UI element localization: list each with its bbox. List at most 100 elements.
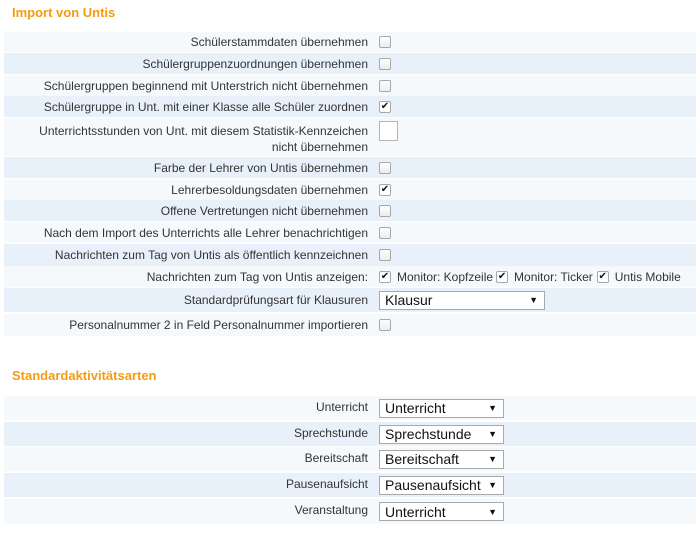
activity-row-veranstaltung: Veranstaltung Unterricht ▼ — [4, 499, 696, 524]
setting-label-text: Schülergruppenzuordnungen übernehmen — [142, 56, 368, 71]
setting-row-schulerstammdaten-ubernehmen: Schülerstammdaten übernehmen — [4, 32, 696, 52]
check-icon: ✔ — [380, 183, 390, 195]
activity-select-unterricht[interactable]: Unterricht ▼ — [379, 398, 504, 418]
activity-select-pausenaufsicht[interactable]: Pausenaufsicht ▼ — [379, 475, 504, 495]
setting-checkbox[interactable] — [379, 57, 391, 70]
setting-checkbox[interactable] — [379, 249, 391, 261]
setting-control: ✔ — [379, 183, 391, 196]
setting-row-standardprufungsart-fur-klausuren: Standardprüfungsart für Klausuren Klausur… — [4, 288, 696, 312]
activity-control: Pausenaufsicht ▼ — [379, 475, 504, 495]
setting-row-unterrichtsstunden-von-unt-mit-diesem-st: Unterrichtsstunden von Unt. mit diesem S… — [4, 118, 696, 156]
option-checkbox-untis-mobile[interactable]: ✔ — [596, 270, 609, 283]
pruefungsart-select[interactable]: Klausur ▼ — [379, 290, 545, 310]
activity-label: Unterricht — [315, 400, 368, 414]
setting-label: Nachrichten zum Tag von Untis als öffent… — [4, 247, 368, 263]
setting-checkbox[interactable]: ✔ — [379, 183, 391, 196]
setting-label-text: Schülergruppe in Unt. mit einer Klasse a… — [43, 99, 368, 114]
setting-control — [379, 204, 391, 217]
setting-control — [379, 319, 391, 331]
setting-label-text-line2: nicht übernehmen — [271, 140, 368, 154]
setting-control — [379, 36, 391, 48]
check-icon: ✔ — [380, 100, 390, 112]
activity-select-veranstaltung[interactable]: Unterricht ▼ — [379, 502, 504, 521]
check-icon: ✔ — [380, 270, 390, 282]
select-value: Sprechstunde — [385, 426, 472, 442]
statistik-kennzeichen-input[interactable] — [379, 121, 398, 141]
setting-control — [379, 249, 391, 261]
activity-label: Sprechstunde — [293, 426, 368, 440]
setting-label-text: Nachrichten zum Tag von Untis anzeigen: — [146, 269, 368, 284]
setting-control — [379, 161, 391, 174]
activity-label: Bereitschaft — [304, 451, 368, 465]
setting-row-schulergruppen-beginnend-mit-unterstrich: Schülergruppen beginnend mit Unterstrich… — [4, 75, 696, 96]
option-label-untis-mobile: Untis Mobile — [614, 269, 681, 284]
activity-control: Bereitschaft ▼ — [379, 449, 504, 469]
dropdown-arrow-icon: ▼ — [488, 403, 497, 413]
setting-checkbox[interactable] — [379, 226, 391, 239]
setting-control — [379, 79, 391, 92]
setting-row-nachrichten-zum-tag-von-untis-als-offent: Nachrichten zum Tag von Untis als öffent… — [4, 244, 696, 266]
select-value: Bereitschaft — [385, 451, 459, 467]
setting-control — [379, 121, 398, 141]
select-value: Klausur — [385, 292, 433, 308]
setting-label: Schülergruppe in Unt. mit einer Klasse a… — [4, 99, 368, 115]
activity-control: Unterricht ▼ — [379, 502, 504, 521]
check-icon: ✔ — [497, 270, 507, 282]
setting-label: Lehrerbesoldungsdaten übernehmen — [4, 182, 368, 198]
setting-label-text: Unterrichtsstunden von Unt. mit diesem S… — [39, 124, 368, 138]
setting-row-farbe-der-lehrer-von-untis-ubernehmen: Farbe der Lehrer von Untis übernehmen — [4, 157, 696, 178]
option-label-monitor-kopfzeile: Monitor: Kopfzeile — [397, 269, 494, 284]
setting-label: Schülergruppenzuordnungen übernehmen — [4, 56, 368, 72]
activity-control: Sprechstunde ▼ — [379, 424, 504, 444]
setting-control — [379, 226, 391, 239]
check-icon: ✔ — [598, 270, 607, 282]
option-checkbox-monitor-kopfzeile[interactable]: ✔ — [379, 270, 391, 283]
dropdown-arrow-icon: ▼ — [529, 295, 538, 305]
import-section-title: Import von Untis — [12, 5, 116, 20]
activity-row-bereitschaft: Bereitschaft Bereitschaft ▼ — [4, 447, 696, 471]
setting-label-text: Nachrichten zum Tag von Untis als öffent… — [54, 248, 368, 262]
option-label-monitor-ticker: Monitor: Ticker — [514, 269, 593, 284]
select-value: Unterricht — [385, 503, 446, 520]
setting-checkbox[interactable] — [379, 204, 391, 217]
option-checkbox-monitor-ticker[interactable]: ✔ — [496, 270, 509, 283]
activity-row-pausenaufsicht: Pausenaufsicht Pausenaufsicht ▼ — [4, 473, 696, 497]
activity-control: Unterricht ▼ — [379, 398, 504, 418]
setting-checkbox[interactable] — [379, 79, 391, 92]
setting-checkbox[interactable] — [379, 36, 391, 48]
setting-row-schulergruppe-in-unt-mit-einer-klasse-al: Schülergruppe in Unt. mit einer Klasse a… — [4, 96, 696, 117]
setting-row-lehrerbesoldungsdaten-ubernehmen: Lehrerbesoldungsdaten übernehmen ✔ — [4, 179, 696, 200]
setting-label: Unterrichtsstunden von Unt. mit diesem S… — [4, 118, 368, 155]
setting-label: Personalnummer 2 in Feld Personalnummer … — [4, 317, 368, 333]
setting-row-nachrichten-zum-tag-von-untis-anzeigen: Nachrichten zum Tag von Untis anzeigen: ✔… — [4, 266, 696, 287]
setting-label: Nach dem Import des Unterrichts alle Leh… — [4, 225, 368, 241]
setting-control — [379, 57, 391, 70]
setting-label: Schülerstammdaten übernehmen — [4, 34, 368, 50]
setting-checkbox[interactable] — [379, 161, 391, 174]
setting-row-offene-vertretungen-nicht-ubernehmen: Offene Vertretungen nicht übernehmen — [4, 200, 696, 221]
select-value: Unterricht — [385, 400, 446, 416]
setting-checkbox[interactable] — [379, 319, 391, 331]
setting-label: Nachrichten zum Tag von Untis anzeigen: — [4, 269, 368, 285]
setting-label-text: Schülerstammdaten übernehmen — [190, 35, 368, 49]
dropdown-arrow-icon: ▼ — [488, 454, 497, 464]
setting-checkbox[interactable]: ✔ — [379, 100, 391, 113]
setting-control: ✔ — [379, 100, 391, 113]
dropdown-arrow-icon: ▼ — [488, 480, 497, 490]
activity-label: Veranstaltung — [294, 503, 368, 517]
setting-row-schulergruppenzuordnungen-ubernehmen: Schülergruppenzuordnungen übernehmen — [4, 53, 696, 74]
activity-select-sprechstunde[interactable]: Sprechstunde ▼ — [379, 424, 504, 444]
activities-section-title: Standardaktivitätsarten — [12, 368, 157, 383]
activity-label: Pausenaufsicht — [285, 477, 368, 491]
activity-select-bereitschaft[interactable]: Bereitschaft ▼ — [379, 449, 504, 469]
select-value: Pausenaufsicht — [385, 477, 481, 493]
setting-row-personalnummer-2-in-feld-personalnummer-: Personalnummer 2 in Feld Personalnummer … — [4, 314, 696, 336]
dropdown-arrow-icon: ▼ — [488, 506, 497, 517]
setting-label-text: Nach dem Import des Unterrichts alle Leh… — [43, 225, 368, 240]
setting-row-nach-dem-import-des-unterrichts-alle-leh: Nach dem Import des Unterrichts alle Leh… — [4, 222, 696, 243]
setting-label: Schülergruppen beginnend mit Unterstrich… — [4, 78, 368, 94]
setting-label-text: Personalnummer 2 in Feld Personalnummer … — [69, 318, 368, 332]
setting-label: Offene Vertretungen nicht übernehmen — [4, 203, 368, 219]
setting-label-text: Farbe der Lehrer von Untis übernehmen — [153, 160, 368, 175]
setting-label-text: Lehrerbesoldungsdaten übernehmen — [171, 182, 368, 197]
